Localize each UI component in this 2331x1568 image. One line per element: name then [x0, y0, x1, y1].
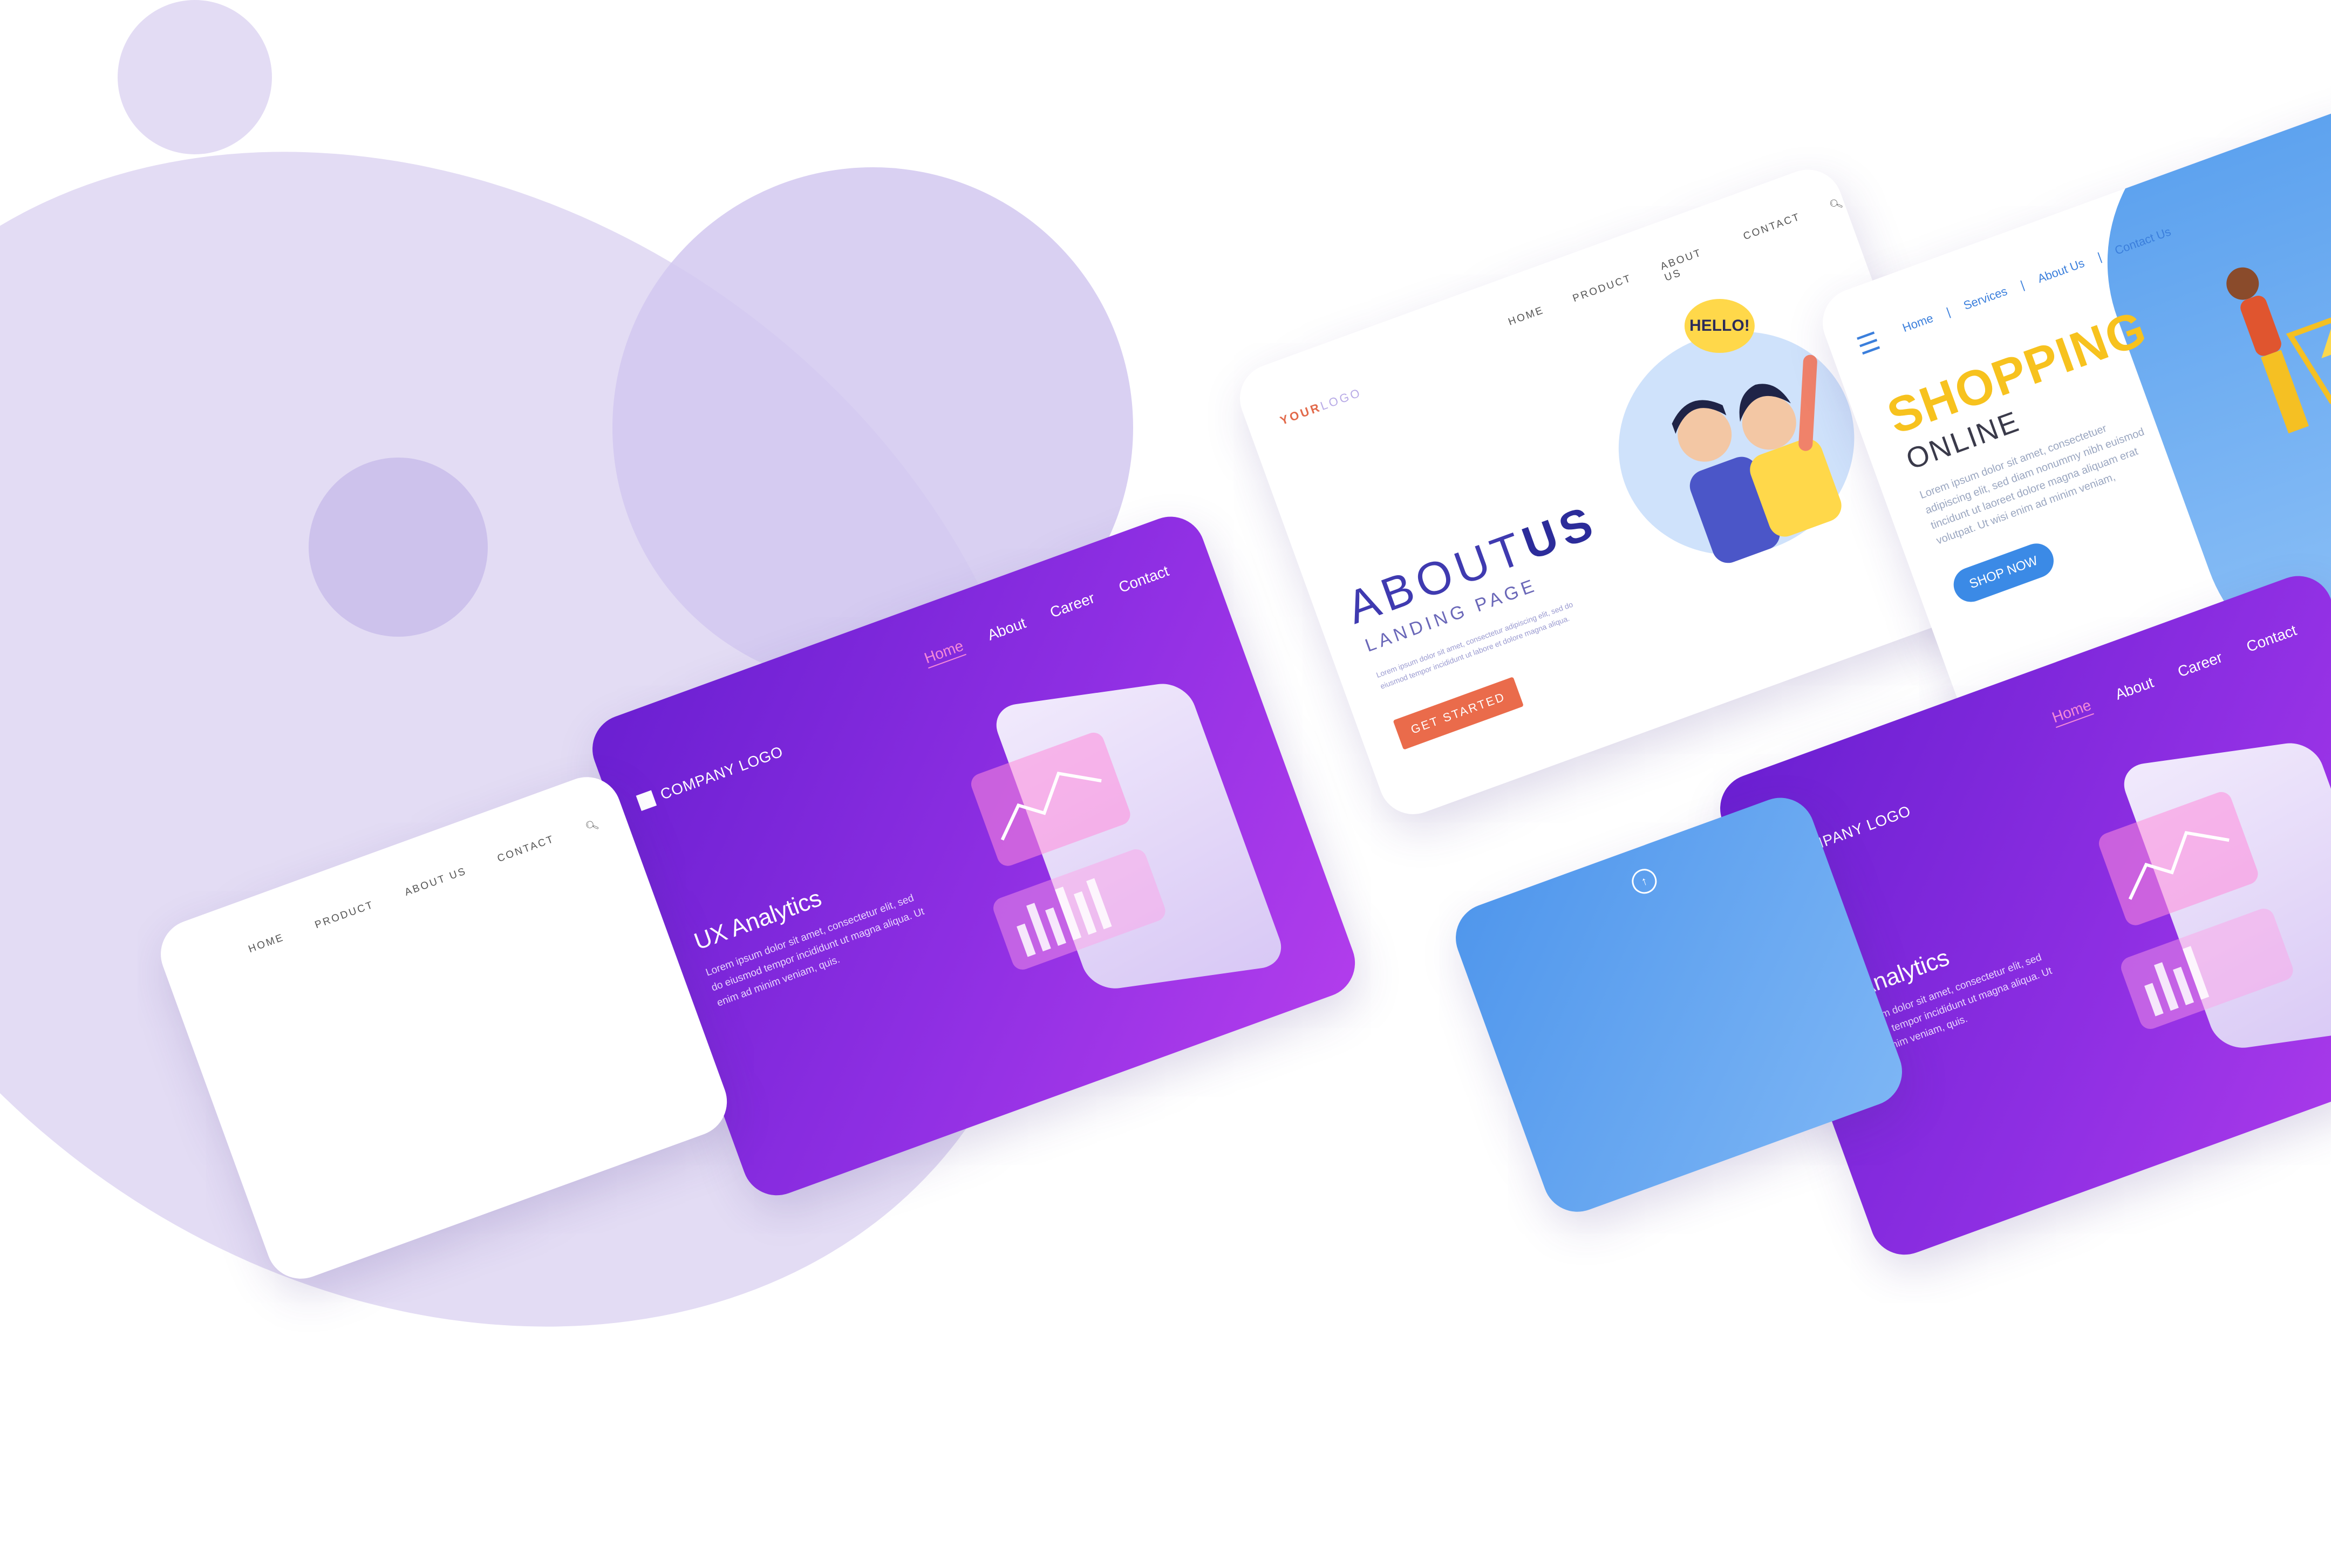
shop-now-button[interactable]: SHOP NOW [1948, 538, 2059, 607]
bar-graph-icon [1017, 923, 1036, 957]
bottom-nav-contact[interactable]: CONTACT [496, 834, 557, 867]
bg-circle-small [118, 0, 272, 154]
shop-nav-about[interactable]: About Us [2036, 256, 2087, 286]
about-nav-home[interactable]: HOME [1507, 304, 1550, 339]
ux2-nav-career[interactable]: Career [2176, 649, 2225, 680]
bottom-nav-about[interactable]: ABOUT US [403, 865, 469, 900]
bottom-nav-product[interactable]: PRODUCT [313, 899, 376, 932]
shopping-cart-illustration-icon [2226, 267, 2331, 434]
ux-nav-about[interactable]: About [985, 615, 1028, 644]
ux2-nav-contact[interactable]: Contact [2244, 622, 2299, 656]
about-logo[interactable]: YOURLOGO [1278, 385, 1364, 428]
nav-divider: | [2096, 250, 2104, 264]
about-nav-contact[interactable]: CONTACT [1742, 211, 1807, 254]
bg-circle-mid [309, 458, 488, 637]
ux2-nav-home[interactable]: Home [2050, 697, 2094, 727]
ux-nav-career[interactable]: Career [1048, 589, 1097, 621]
ux2-nav-about[interactable]: About [2113, 674, 2156, 704]
logo-square-icon [636, 790, 657, 811]
shop-nav-services[interactable]: Services [1961, 284, 2009, 313]
hello-speech-bubble: HELLO! [1684, 299, 1755, 353]
ux-nav-contact[interactable]: Contact [1116, 562, 1171, 596]
company-logo[interactable]: COMPANY LOGO [636, 743, 786, 812]
about-us-card: YOURLOGO HOME PRODUCT ABOUT US CONTACT 🔍… [1230, 160, 1991, 824]
search-icon[interactable]: 🔍︎ [584, 817, 602, 834]
about-nav-about[interactable]: ABOUT US [1659, 242, 1720, 284]
get-started-button[interactable]: GET STARTED [1393, 677, 1524, 750]
nav-divider: | [1944, 305, 1952, 319]
nav-divider: | [2019, 278, 2026, 292]
hamburger-menu-icon[interactable]: ☰ [1853, 326, 1884, 361]
shop-nav-home[interactable]: Home [1900, 311, 1935, 336]
search-icon[interactable]: 🔍︎ [1828, 195, 1850, 223]
bar-graph-icon [2144, 983, 2164, 1017]
about-nav-product[interactable]: PRODUCT [1571, 272, 1638, 316]
bottom-nav-home[interactable]: HOME [247, 932, 287, 957]
arrow-up-icon[interactable]: ↑ [1628, 865, 1660, 897]
ux-nav-home[interactable]: Home [922, 637, 966, 667]
